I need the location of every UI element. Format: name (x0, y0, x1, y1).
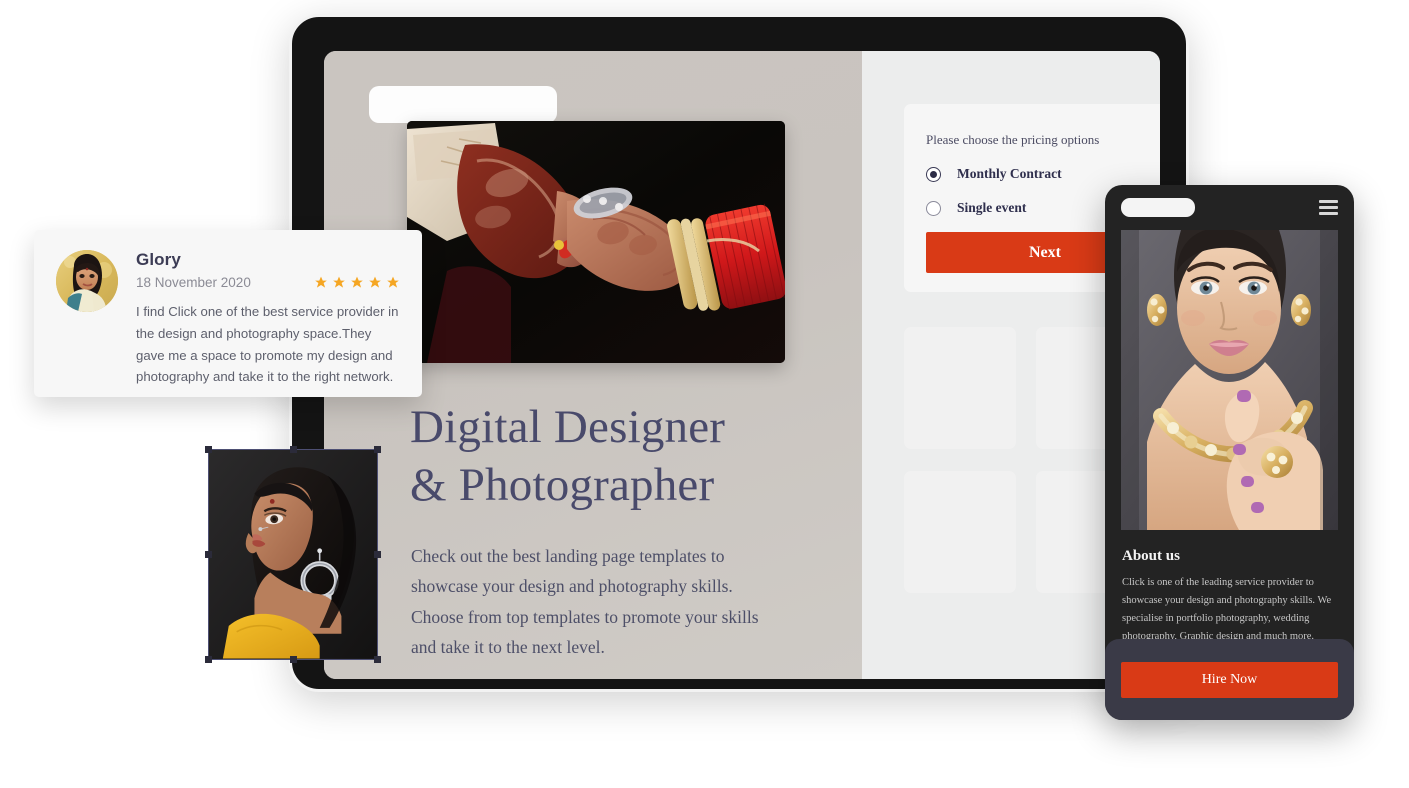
hero-body-text: Check out the best landing page template… (411, 546, 759, 658)
gallery-card[interactable] (904, 327, 1016, 449)
radio-option-monthly-contract[interactable]: Monthly Contract (926, 166, 1062, 182)
screenshot-stage: Digital Designer & Photographer Check ou… (0, 0, 1409, 788)
hire-now-button[interactable]: Hire Now (1121, 661, 1338, 698)
radio-option-single-event[interactable]: Single event (926, 200, 1026, 216)
star-icon (333, 276, 345, 288)
tablet-logo-placeholder[interactable] (369, 86, 557, 123)
radio-monthly-contract-icon[interactable] (926, 166, 941, 182)
star-icon (369, 276, 381, 288)
hero-title: Digital Designer & Photographer (410, 398, 850, 515)
resize-handle-bottom-left[interactable] (205, 656, 212, 663)
rating-stars (314, 276, 400, 290)
resize-handle-bottom-right[interactable] (374, 656, 381, 663)
gallery-card[interactable] (904, 471, 1016, 593)
jewellery-model-illustration (1121, 230, 1338, 530)
testimonial-date: 18 November 2020 (136, 275, 251, 290)
phone-jewellery-model-image (1121, 230, 1338, 530)
radio-single-event-label: Single event (957, 200, 1027, 215)
wedding-hands-illustration (407, 121, 785, 363)
glory-avatar-illustration (56, 250, 118, 312)
about-text: Click is one of the leading service prov… (1122, 577, 1332, 643)
radio-monthly-contract-label: Monthly Contract (957, 166, 1062, 181)
radio-single-event-icon[interactable] (926, 200, 941, 216)
testimonial-card: Glory 18 November 2020 I find Click one … (34, 230, 422, 397)
resize-handle-middle-left[interactable] (205, 551, 212, 558)
hero-title-line2: & Photographer (410, 459, 715, 512)
hamburger-menu-icon[interactable] (1319, 200, 1338, 215)
star-icon (351, 276, 363, 288)
resize-handle-bottom-center[interactable] (289, 656, 297, 663)
selected-image-object[interactable] (205, 446, 381, 663)
star-icon (387, 276, 399, 288)
phone-logo-placeholder[interactable] (1121, 198, 1195, 217)
phone-about-section: About us Click is one of the leading ser… (1122, 548, 1338, 646)
portrait-woman-illustration (209, 450, 377, 659)
avatar (56, 250, 118, 312)
about-title: About us (1122, 548, 1180, 564)
testimonial-meta-row: 18 November 2020 (136, 275, 400, 290)
resize-handle-middle-right[interactable] (374, 551, 381, 558)
tablet-screen: Digital Designer & Photographer Check ou… (324, 51, 1160, 679)
hero-wedding-hands-image (407, 121, 785, 363)
portrait-earring-image[interactable] (208, 449, 378, 660)
resize-handle-top-left[interactable] (205, 446, 212, 453)
tablet-device-frame: Digital Designer & Photographer Check ou… (289, 14, 1189, 692)
phone-header (1105, 185, 1354, 230)
resize-handle-top-center[interactable] (289, 446, 297, 453)
star-icon (315, 276, 327, 288)
phone-device-frame: About us Click is one of the leading ser… (1105, 185, 1354, 720)
testimonial-text: I find Click one of the best service pro… (136, 304, 399, 385)
resize-handle-top-right[interactable] (374, 446, 381, 453)
testimonial-author-name: Glory (136, 250, 181, 269)
phone-footer: Hire Now (1105, 639, 1354, 720)
hero-title-line1: Digital Designer (410, 401, 726, 453)
testimonial-body: Glory 18 November 2020 I find Click one … (136, 250, 400, 384)
pricing-prompt: Please choose the pricing options (926, 132, 1100, 147)
